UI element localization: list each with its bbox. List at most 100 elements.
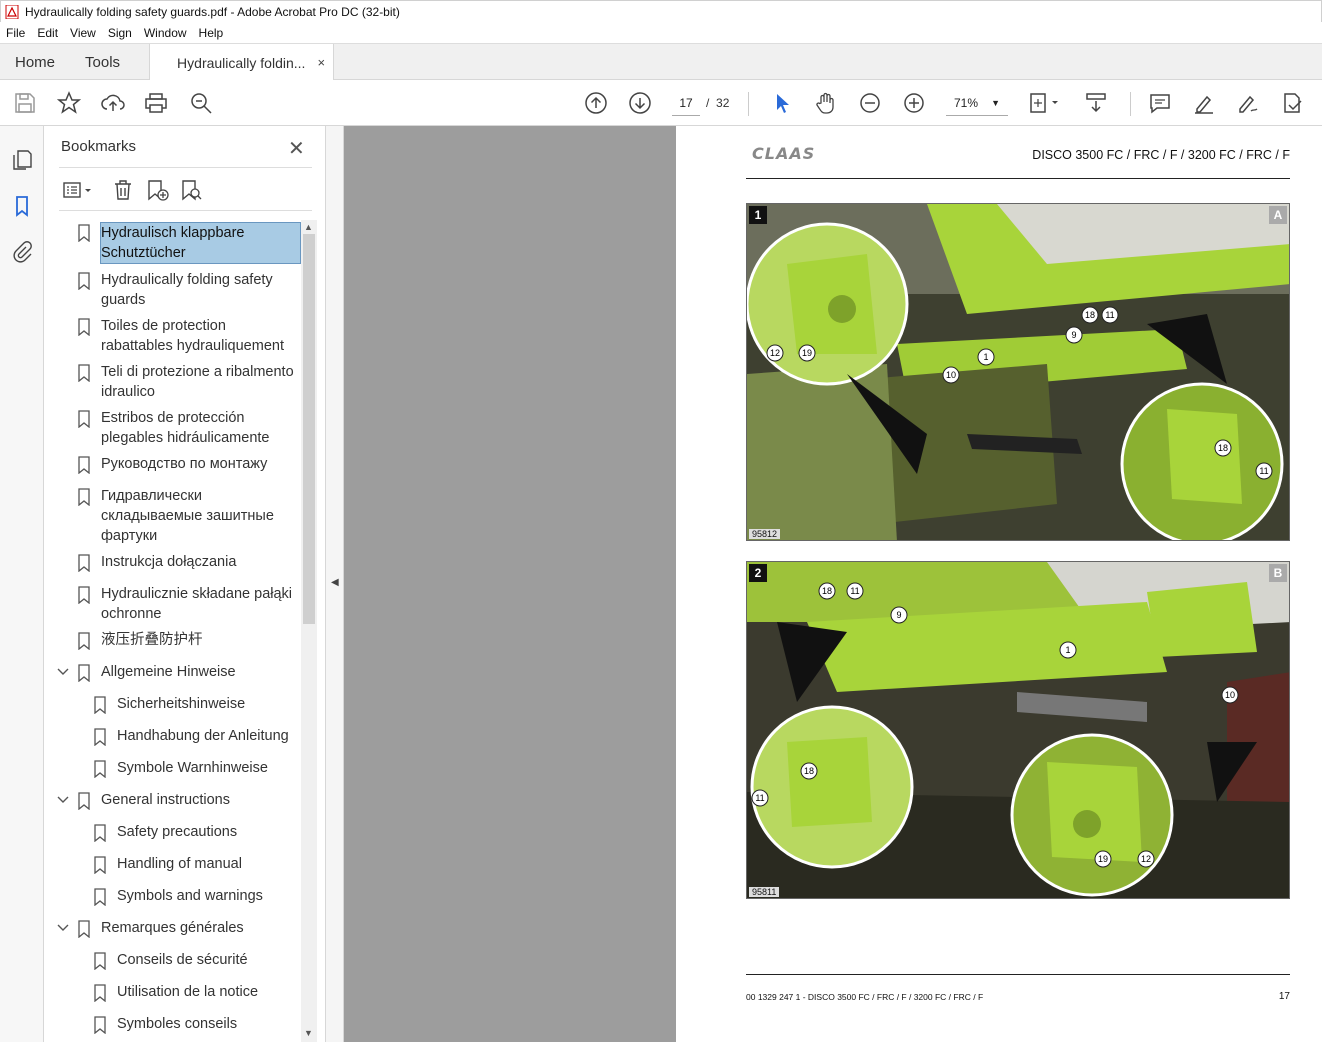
prev-page-icon[interactable] [584, 91, 608, 115]
bookmark-item[interactable]: Utilisation de la notice [45, 982, 303, 1014]
save-icon[interactable] [13, 91, 37, 115]
bookmark-item[interactable]: Safety precautions [45, 822, 303, 854]
menu-sign[interactable]: Sign [108, 26, 132, 40]
zoom-in-icon[interactable] [902, 91, 926, 115]
menu-edit[interactable]: Edit [37, 26, 58, 40]
page-count: / 32 [706, 96, 729, 110]
close-icon[interactable]: ✕ [288, 136, 305, 161]
bookmark-icon [94, 1016, 106, 1034]
star-icon[interactable] [56, 91, 82, 115]
comment-icon[interactable] [1148, 91, 1172, 115]
bookmark-item[interactable]: Instrukcja dołączania [45, 552, 303, 584]
bookmark-icon [78, 224, 90, 242]
bookmark-label: Hydraulicznie składane pałąki ochronne [101, 586, 293, 622]
bookmark-label: General instructions [101, 792, 230, 808]
callout-label: 9 [1071, 330, 1076, 340]
bookmark-item[interactable]: Allgemeine Hinweise [45, 662, 303, 694]
callout-label: 10 [946, 370, 956, 380]
callout-label: 11 [755, 793, 764, 803]
bookmark-options-icon[interactable] [61, 178, 95, 202]
chevron-down-icon[interactable] [57, 922, 69, 934]
bookmark-label: Teli di protezione a ribalmento idraulic… [101, 364, 294, 400]
next-page-icon[interactable] [628, 91, 652, 115]
bookmark-item[interactable]: Symbole Warnhinweise [45, 758, 303, 790]
highlight-pen-icon[interactable] [1192, 91, 1216, 115]
tab-close-icon[interactable]: × [317, 55, 325, 70]
bookmark-item[interactable]: Estribos de protección plegables hidrául… [45, 408, 303, 454]
bookmark-item[interactable]: 液压折叠防护杆 [45, 630, 303, 662]
find-bookmark-icon[interactable] [179, 178, 203, 202]
menu-file[interactable]: File [6, 26, 25, 40]
page-display-icon[interactable] [1028, 91, 1062, 115]
callout-label: 18 [1218, 443, 1228, 453]
page-number-input[interactable]: 17 [672, 90, 700, 116]
print-icon[interactable] [144, 91, 168, 115]
scroll-up-icon[interactable]: ▲ [304, 222, 313, 232]
select-cursor-icon[interactable] [770, 91, 794, 115]
bookmark-label: Гидравлически складываемые зашитные фарт… [101, 488, 274, 544]
tab-tools[interactable]: Tools [70, 44, 135, 80]
tab-document[interactable]: Hydraulically foldin... × [149, 44, 335, 81]
total-pages: 32 [716, 96, 730, 110]
zoom-select[interactable]: 71% ▼ [946, 90, 1008, 116]
scrollbar-thumb[interactable] [303, 234, 315, 624]
menu-view[interactable]: View [70, 26, 96, 40]
bookmark-item[interactable]: Conseils de sécurité [45, 950, 303, 982]
bookmark-label: Toiles de protection rabattables hydraul… [101, 318, 284, 354]
navigation-rail [0, 126, 44, 1042]
callout-label: 12 [1141, 854, 1151, 864]
bookmarks-panel: Bookmarks ✕ Hydraulisch klappbare Schutz… [45, 126, 325, 1042]
tab-home[interactable]: Home [0, 44, 70, 80]
zoom-out-icon[interactable] [858, 91, 882, 115]
bookmark-item[interactable]: Руководство по монтажу [45, 454, 303, 486]
bookmark-item[interactable]: Handhabung der Anleitung [45, 726, 303, 758]
bookmark-item[interactable]: Hydraulisch klappbare Schutztücher [45, 222, 303, 268]
bookmark-item[interactable]: Гидравлически складываемые зашитные фарт… [45, 486, 303, 552]
menu-help[interactable]: Help [199, 26, 224, 40]
chevron-down-icon[interactable] [57, 794, 69, 806]
bookmark-icon [78, 272, 90, 290]
bookmark-icon [94, 696, 106, 714]
chevron-down-icon[interactable] [57, 666, 69, 678]
hand-tool-icon[interactable] [814, 91, 838, 115]
figure-1: 18 11 9 1 10 12 19 18 11 1 A 95812 [746, 203, 1290, 541]
attachment-icon[interactable] [10, 240, 34, 264]
bookmark-item[interactable]: Symbols and warnings [45, 886, 303, 918]
bookmark-item[interactable]: Remarques générales [45, 918, 303, 950]
callout-label: 1 [1065, 645, 1070, 655]
bookmark-icon [78, 664, 90, 682]
callout-label: 11 [1259, 466, 1268, 476]
bookmark-item[interactable]: Handling of manual [45, 854, 303, 886]
scroll-down-icon[interactable]: ▼ [304, 1028, 313, 1038]
collapse-panel-icon[interactable]: ◀ [331, 577, 339, 588]
bookmark-icon [78, 456, 90, 474]
bookmark-item[interactable]: Teli di protezione a ribalmento idraulic… [45, 362, 303, 408]
scroll-mode-icon[interactable] [1084, 91, 1108, 115]
cloud-upload-icon[interactable] [101, 91, 125, 115]
bookmarks-scrollbar[interactable]: ▲ ▼ [301, 220, 317, 1042]
bookmark-item[interactable]: Sicherheitshinweise [45, 694, 303, 726]
toolbar-divider [1130, 92, 1131, 116]
bookmark-label: 液压折叠防护杆 [101, 632, 203, 648]
toolbar-divider [748, 92, 749, 116]
bookmark-icon [78, 488, 90, 506]
bookmark-item[interactable]: Hydraulically folding safety guards [45, 270, 303, 316]
bookmark-item[interactable]: Toiles de protection rabattables hydraul… [45, 316, 303, 362]
delete-icon[interactable] [111, 178, 135, 202]
callout-label: 1 [983, 352, 988, 362]
zoom-search-icon[interactable] [189, 91, 213, 115]
bookmark-icon [94, 984, 106, 1002]
panel-splitter[interactable]: ◀ [325, 126, 344, 1042]
bookmark-item[interactable]: Symboles conseils [45, 1014, 303, 1042]
more-tools-icon[interactable] [1280, 91, 1304, 115]
bookmark-label: Allgemeine Hinweise [101, 664, 236, 680]
new-bookmark-icon[interactable] [145, 178, 169, 202]
page-thumbnails-icon[interactable] [10, 148, 34, 172]
bookmark-item[interactable]: Hydraulicznie składane pałąki ochronne [45, 584, 303, 630]
bookmark-label: Handhabung der Anleitung [117, 728, 289, 744]
document-view[interactable]: CLAAS DISCO 3500 FC / FRC / F / 3200 FC … [344, 126, 1322, 1042]
sign-icon[interactable] [1236, 91, 1260, 115]
bookmark-item[interactable]: General instructions [45, 790, 303, 822]
menu-window[interactable]: Window [144, 26, 187, 40]
bookmark-panel-icon[interactable] [10, 194, 34, 218]
